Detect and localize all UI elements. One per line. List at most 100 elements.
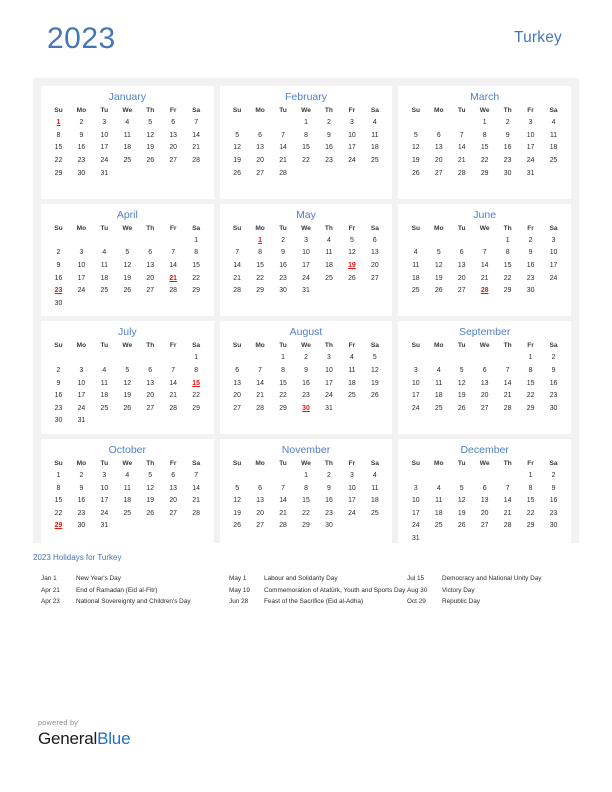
day-cell[interactable]: 12 (226, 495, 249, 508)
day-cell[interactable]: 24 (404, 403, 427, 416)
day-cell[interactable]: 27 (162, 155, 185, 168)
day-cell[interactable]: 4 (363, 470, 386, 483)
day-cell[interactable]: 16 (542, 377, 565, 390)
day-cell[interactable]: 30 (317, 520, 340, 533)
day-cell[interactable]: 3 (519, 117, 542, 130)
day-cell[interactable]: 15 (496, 260, 519, 273)
day-cell[interactable]: 21 (496, 390, 519, 403)
day-cell[interactable]: 28 (450, 167, 473, 180)
day-cell[interactable]: 16 (47, 272, 70, 285)
day-cell[interactable]: 9 (542, 482, 565, 495)
day-cell[interactable]: 6 (473, 482, 496, 495)
day-cell[interactable]: 6 (473, 365, 496, 378)
day-cell[interactable]: 27 (139, 285, 162, 298)
day-cell[interactable]: 18 (363, 142, 386, 155)
day-cell[interactable]: 6 (226, 365, 249, 378)
day-cell[interactable]: 9 (295, 365, 318, 378)
day-cell[interactable]: 7 (185, 117, 208, 130)
day-cell[interactable]: 20 (427, 155, 450, 168)
day-cell[interactable]: 22 (295, 155, 318, 168)
day-cell[interactable]: 10 (340, 130, 363, 143)
day-cell[interactable]: 23 (272, 272, 295, 285)
day-cell[interactable]: 1 (519, 352, 542, 365)
day-cell[interactable]: 29 (272, 403, 295, 416)
day-cell[interactable]: 23 (519, 272, 542, 285)
day-cell[interactable]: 12 (139, 482, 162, 495)
day-cell[interactable]: 13 (427, 142, 450, 155)
day-cell[interactable]: 24 (404, 520, 427, 533)
day-cell[interactable]: 24 (340, 155, 363, 168)
day-cell[interactable]: 21 (272, 155, 295, 168)
day-cell[interactable]: 17 (93, 142, 116, 155)
day-cell[interactable]: 18 (116, 142, 139, 155)
day-cell[interactable]: 18 (404, 272, 427, 285)
day-cell-holiday[interactable]: 23 (47, 285, 70, 298)
day-cell[interactable]: 3 (93, 117, 116, 130)
day-cell[interactable]: 11 (116, 130, 139, 143)
day-cell[interactable]: 1 (185, 235, 208, 248)
day-cell[interactable]: 26 (116, 403, 139, 416)
day-cell[interactable]: 12 (116, 260, 139, 273)
day-cell[interactable]: 3 (404, 482, 427, 495)
day-cell[interactable]: 25 (542, 155, 565, 168)
day-cell[interactable]: 5 (226, 130, 249, 143)
day-cell[interactable]: 21 (162, 390, 185, 403)
day-cell-holiday[interactable]: 30 (295, 403, 318, 416)
day-cell[interactable]: 8 (519, 482, 542, 495)
day-cell[interactable]: 15 (295, 495, 318, 508)
day-cell[interactable]: 2 (519, 235, 542, 248)
day-cell[interactable]: 7 (496, 365, 519, 378)
day-cell[interactable]: 14 (272, 495, 295, 508)
day-cell[interactable]: 13 (473, 495, 496, 508)
day-cell[interactable]: 21 (450, 155, 473, 168)
day-cell[interactable]: 25 (404, 285, 427, 298)
day-cell[interactable]: 4 (93, 247, 116, 260)
day-cell[interactable]: 23 (70, 155, 93, 168)
day-cell[interactable]: 10 (93, 130, 116, 143)
day-cell[interactable]: 17 (295, 260, 318, 273)
day-cell[interactable]: 13 (162, 130, 185, 143)
day-cell[interactable]: 14 (450, 142, 473, 155)
day-cell[interactable]: 14 (496, 377, 519, 390)
day-cell[interactable]: 15 (47, 495, 70, 508)
day-cell[interactable]: 19 (450, 507, 473, 520)
day-cell[interactable]: 16 (317, 142, 340, 155)
day-cell[interactable]: 20 (162, 495, 185, 508)
day-cell[interactable]: 28 (162, 285, 185, 298)
day-cell[interactable]: 2 (70, 470, 93, 483)
day-cell[interactable]: 20 (450, 272, 473, 285)
day-cell[interactable]: 9 (542, 365, 565, 378)
day-cell[interactable]: 22 (185, 272, 208, 285)
day-cell[interactable]: 10 (295, 247, 318, 260)
day-cell[interactable]: 12 (116, 377, 139, 390)
day-cell[interactable]: 9 (519, 247, 542, 260)
day-cell[interactable]: 14 (496, 495, 519, 508)
day-cell[interactable]: 6 (427, 130, 450, 143)
day-cell[interactable]: 26 (116, 285, 139, 298)
day-cell[interactable]: 26 (226, 520, 249, 533)
day-cell[interactable]: 30 (272, 285, 295, 298)
day-cell[interactable]: 13 (139, 377, 162, 390)
day-cell[interactable]: 8 (185, 365, 208, 378)
day-cell[interactable]: 24 (519, 155, 542, 168)
day-cell[interactable]: 28 (496, 520, 519, 533)
day-cell[interactable]: 3 (295, 235, 318, 248)
day-cell[interactable]: 14 (162, 377, 185, 390)
day-cell[interactable]: 11 (427, 377, 450, 390)
day-cell-holiday[interactable]: 21 (162, 272, 185, 285)
day-cell[interactable]: 24 (70, 285, 93, 298)
day-cell[interactable]: 3 (70, 247, 93, 260)
day-cell[interactable]: 5 (139, 470, 162, 483)
day-cell[interactable]: 27 (139, 403, 162, 416)
day-cell[interactable]: 23 (317, 155, 340, 168)
day-cell[interactable]: 17 (404, 507, 427, 520)
day-cell[interactable]: 7 (450, 130, 473, 143)
day-cell-holiday[interactable]: 19 (340, 260, 363, 273)
day-cell[interactable]: 28 (249, 403, 272, 416)
day-cell[interactable]: 1 (295, 470, 318, 483)
day-cell[interactable]: 22 (519, 507, 542, 520)
day-cell[interactable]: 28 (226, 285, 249, 298)
day-cell-holiday[interactable]: 1 (249, 235, 272, 248)
day-cell[interactable]: 14 (249, 377, 272, 390)
day-cell[interactable]: 15 (519, 495, 542, 508)
